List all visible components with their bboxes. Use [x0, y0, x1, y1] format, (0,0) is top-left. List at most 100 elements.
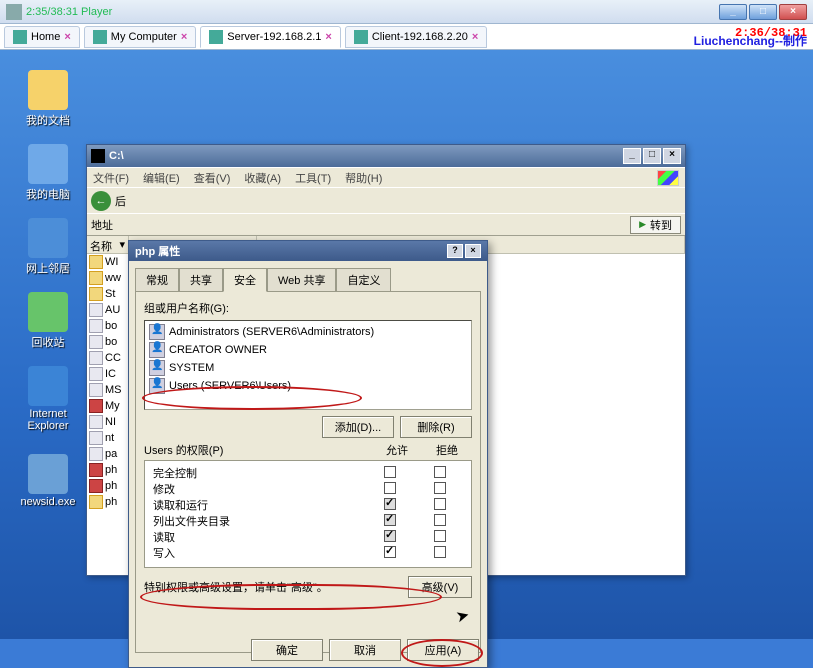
- menu-item[interactable]: 工具(T): [295, 170, 331, 186]
- icon-image: [28, 70, 68, 110]
- deny-checkbox[interactable]: [434, 514, 446, 526]
- allow-checkbox[interactable]: [384, 482, 396, 494]
- advanced-button[interactable]: 高级(V): [408, 576, 472, 598]
- tab-close-icon[interactable]: ×: [181, 31, 187, 43]
- exp-maximize-button[interactable]: □: [643, 148, 661, 164]
- menu-item[interactable]: 查看(V): [194, 170, 231, 186]
- file-row[interactable]: AU: [87, 302, 128, 318]
- permissions-box: 完全控制修改读取和运行列出文件夹目录读取写入: [144, 460, 472, 568]
- file-icon: [89, 383, 103, 397]
- allow-checkbox[interactable]: [384, 466, 396, 478]
- close-button[interactable]: ×: [779, 4, 807, 20]
- desktop-icon-回收站[interactable]: 回收站: [18, 292, 78, 350]
- tab-my-computer[interactable]: My Computer×: [84, 26, 196, 48]
- property-tab-自定义[interactable]: 自定义: [336, 268, 391, 292]
- file-row[interactable]: pa: [87, 446, 128, 462]
- file-row[interactable]: ph: [87, 494, 128, 510]
- tab-close-icon[interactable]: ×: [325, 31, 331, 43]
- advanced-hint: 特别权限或高级设置，请单击"高级"。: [144, 579, 408, 595]
- file-row[interactable]: CC: [87, 350, 128, 366]
- file-name: bo: [105, 320, 117, 332]
- exp-minimize-button[interactable]: _: [623, 148, 641, 164]
- exp-close-button[interactable]: ×: [663, 148, 681, 164]
- user-entry[interactable]: Administrators (SERVER6\Administrators): [147, 323, 469, 341]
- file-name: St: [105, 288, 115, 300]
- props-close-button[interactable]: ×: [465, 244, 481, 258]
- desktop-icon-Internet Explorer[interactable]: Internet Explorer: [18, 366, 78, 432]
- user-entry[interactable]: SYSTEM: [147, 359, 469, 377]
- tab-server-192-168-2-1[interactable]: Server-192.168.2.1×: [200, 26, 341, 48]
- toolbar: ← 后: [87, 187, 685, 213]
- file-row[interactable]: My: [87, 398, 128, 414]
- player-titlebar: 2:35/38:31 Player _ □ ×: [0, 0, 813, 24]
- allow-checkbox[interactable]: [384, 530, 396, 542]
- property-tab-常规[interactable]: 常规: [135, 268, 179, 292]
- menu-item[interactable]: 帮助(H): [345, 170, 382, 186]
- properties-dialog: php 属性 ? × 常规共享安全Web 共享自定义 组或用户名称(G): Ad…: [128, 240, 488, 668]
- back-button[interactable]: ←: [91, 191, 111, 211]
- player-icon: [6, 4, 22, 20]
- cancel-button[interactable]: 取消: [329, 639, 401, 661]
- menu-item[interactable]: 文件(F): [93, 170, 129, 186]
- explorer-titlebar[interactable]: C:\ _ □ ×: [87, 145, 685, 167]
- go-button[interactable]: 转到: [630, 216, 681, 234]
- file-name: WI: [105, 256, 118, 268]
- file-icon: [89, 431, 103, 445]
- remove-button[interactable]: 删除(R): [400, 416, 472, 438]
- tab-strip: 常规共享安全Web 共享自定义: [129, 261, 487, 291]
- user-entry[interactable]: Users (SERVER6\Users): [147, 377, 469, 395]
- deny-checkbox[interactable]: [434, 546, 446, 558]
- permission-row: 写入: [153, 545, 465, 561]
- maximize-button[interactable]: □: [749, 4, 777, 20]
- properties-titlebar[interactable]: php 属性 ? ×: [129, 241, 487, 261]
- allow-checkbox[interactable]: [384, 498, 396, 510]
- perm-name: 修改: [153, 481, 365, 497]
- icon-image: [28, 144, 68, 184]
- allow-checkbox[interactable]: [384, 546, 396, 558]
- allow-checkbox[interactable]: [384, 514, 396, 526]
- file-row[interactable]: MS: [87, 382, 128, 398]
- menu-item[interactable]: 编辑(E): [143, 170, 180, 186]
- file-row[interactable]: St: [87, 286, 128, 302]
- perm-name: 列出文件夹目录: [153, 513, 365, 529]
- tab-client-192-168-2-20[interactable]: Client-192.168.2.20×: [345, 26, 487, 48]
- apply-button[interactable]: 应用(A): [407, 639, 479, 661]
- folder-icon: [89, 255, 103, 269]
- property-tab-安全[interactable]: 安全: [223, 268, 267, 292]
- file-row[interactable]: ph: [87, 462, 128, 478]
- explorer-title-text: C:\: [109, 150, 124, 162]
- file-row[interactable]: IC: [87, 366, 128, 382]
- file-row[interactable]: ww: [87, 270, 128, 286]
- ok-button[interactable]: 确定: [251, 639, 323, 661]
- users-listbox[interactable]: Administrators (SERVER6\Administrators)C…: [144, 320, 472, 410]
- property-tab-Web 共享[interactable]: Web 共享: [267, 268, 336, 292]
- menu-item[interactable]: 收藏(A): [244, 170, 281, 186]
- file-row[interactable]: bo: [87, 334, 128, 350]
- deny-checkbox[interactable]: [434, 482, 446, 494]
- deny-checkbox[interactable]: [434, 530, 446, 542]
- file-row[interactable]: nt: [87, 430, 128, 446]
- desktop-icon-我的文档[interactable]: 我的文档: [18, 70, 78, 128]
- desktop-icon-我的电脑[interactable]: 我的电脑: [18, 144, 78, 202]
- file-row[interactable]: NI: [87, 414, 128, 430]
- add-button[interactable]: 添加(D)...: [322, 416, 394, 438]
- deny-checkbox[interactable]: [434, 466, 446, 478]
- user-entry[interactable]: CREATOR OWNER: [147, 341, 469, 359]
- icon-label: newsid.exe: [18, 496, 78, 508]
- minimize-button[interactable]: _: [719, 4, 747, 20]
- desktop-icon-网上邻居[interactable]: 网上邻居: [18, 218, 78, 276]
- desktop-icon-newsid.exe[interactable]: newsid.exe: [18, 454, 78, 508]
- deny-checkbox[interactable]: [434, 498, 446, 510]
- help-button[interactable]: ?: [447, 244, 463, 258]
- property-tab-共享[interactable]: 共享: [179, 268, 223, 292]
- file-row[interactable]: bo: [87, 318, 128, 334]
- address-label: 地址: [91, 217, 113, 233]
- file-row[interactable]: WI: [87, 254, 128, 270]
- tab-close-icon[interactable]: ×: [64, 31, 70, 43]
- tab-home[interactable]: Home×: [4, 26, 80, 48]
- file-row[interactable]: ph: [87, 478, 128, 494]
- client-icon: [354, 30, 368, 44]
- file-icon: [89, 319, 103, 333]
- name-header[interactable]: 名称: [87, 236, 128, 254]
- tab-close-icon[interactable]: ×: [472, 31, 478, 43]
